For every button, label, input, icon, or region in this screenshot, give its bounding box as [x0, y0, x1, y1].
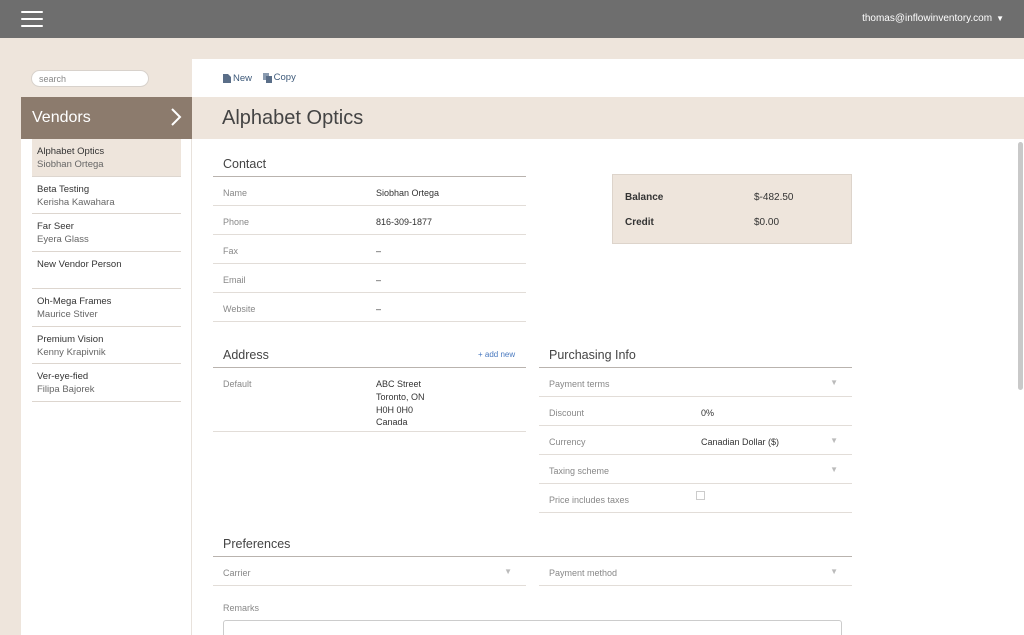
- vendor-contact: Maurice Stiver: [37, 309, 98, 320]
- name-label: Name: [223, 188, 248, 198]
- vendor-item-oh-mega-frames[interactable]: Oh-Mega Frames Maurice Stiver: [32, 289, 181, 327]
- vendors-header: Vendors: [21, 97, 192, 139]
- caret-down-icon: ▼: [996, 14, 1004, 23]
- email-value: –: [376, 275, 382, 285]
- balance-box: Balance $-482.50 Credit $0.00: [612, 174, 852, 244]
- discount-field[interactable]: Discount 0%: [539, 397, 852, 426]
- payment-terms-label: Payment terms: [549, 379, 610, 389]
- address-line-3: H0H 0H0: [376, 405, 414, 415]
- website-value: –: [376, 304, 382, 314]
- vendor-item-ver-eye-fied[interactable]: Ver-eye-fied Filipa Bajorek: [32, 364, 181, 402]
- address-line-1: ABC Street: [376, 379, 422, 389]
- dropdown-arrow-icon: ▼: [830, 567, 838, 576]
- dropdown-arrow-icon: ▼: [504, 567, 512, 576]
- address-section-title: Address: [223, 348, 269, 362]
- new-button[interactable]: New: [223, 73, 252, 84]
- discount-label: Discount: [549, 408, 585, 418]
- vendor-list: Alphabet Optics Siobhan Ortega Beta Test…: [32, 139, 181, 402]
- new-document-icon: [223, 73, 231, 83]
- page-title: Alphabet Optics: [222, 107, 364, 129]
- contact-email-row[interactable]: Email –: [213, 264, 526, 293]
- credit-label: Credit: [625, 217, 654, 228]
- payment-method-label: Payment method: [549, 568, 618, 578]
- vendor-item-beta-testing[interactable]: Beta Testing Kerisha Kawahara: [32, 177, 181, 214]
- currency-value: Canadian Dollar ($): [701, 437, 780, 447]
- discount-value: 0%: [701, 408, 715, 418]
- vendor-name: Far Seer: [37, 221, 74, 232]
- fax-value: –: [376, 246, 382, 256]
- vendor-item-new-vendor-person[interactable]: New Vendor Person: [32, 252, 181, 289]
- dropdown-arrow-icon: ▼: [830, 436, 838, 445]
- chevron-right-icon[interactable]: [169, 107, 183, 127]
- address-line-4: Canada: [376, 417, 408, 427]
- new-label: New: [233, 72, 253, 84]
- address-line-2: Toronto, ON: [376, 392, 425, 402]
- user-email: thomas@inflowinventory.com: [862, 13, 993, 24]
- contact-phone-row[interactable]: Phone 816-309-1877: [213, 206, 526, 235]
- dropdown-arrow-icon: ▼: [830, 378, 838, 387]
- currency-select[interactable]: Currency Canadian Dollar ($) ▼: [539, 426, 852, 455]
- email-label: Email: [223, 275, 246, 285]
- top-bar: thomas@inflowinventory.com ▼: [0, 0, 1024, 38]
- copy-icon: [262, 72, 272, 83]
- vendor-name: Premium Vision: [37, 333, 104, 345]
- phone-label: Phone: [223, 217, 250, 227]
- contact-fax-row[interactable]: Fax –: [213, 235, 526, 264]
- vendors-title: Vendors: [32, 109, 91, 126]
- price-includes-taxes-label: Price includes taxes: [549, 495, 630, 505]
- name-value: Siobhan Ortega: [376, 188, 440, 198]
- vendor-item-alphabet-optics[interactable]: Alphabet Optics Siobhan Ortega: [32, 139, 181, 177]
- remarks-label: Remarks: [223, 603, 260, 613]
- credit-value: $0.00: [754, 217, 780, 228]
- scrollbar[interactable]: [1018, 142, 1023, 390]
- balance-value: $-482.50: [754, 192, 794, 203]
- vendor-name: Oh-Mega Frames: [37, 296, 112, 307]
- contact-website-row[interactable]: Website –: [213, 293, 526, 322]
- preferences-section-title: Preferences: [223, 537, 291, 551]
- address-default-row[interactable]: Default: [213, 368, 526, 432]
- vendor-list-panel: Alphabet Optics Siobhan Ortega Beta Test…: [21, 139, 192, 635]
- fax-label: Fax: [223, 246, 239, 256]
- vendor-item-far-seer[interactable]: Far Seer Eyera Glass: [32, 214, 181, 252]
- currency-label: Currency: [549, 437, 586, 447]
- payment-method-select[interactable]: Payment method ▼: [539, 557, 852, 586]
- default-address-label: Default: [223, 379, 252, 389]
- dropdown-arrow-icon: ▼: [830, 465, 838, 474]
- purchasing-section-title: Purchasing Info: [549, 348, 636, 362]
- website-label: Website: [223, 304, 256, 314]
- payment-terms-select[interactable]: Payment terms ▼: [539, 368, 852, 397]
- taxing-scheme-label: Taxing scheme: [549, 466, 610, 476]
- vendor-name: New Vendor Person: [37, 258, 122, 270]
- add-new-address-link[interactable]: + add new: [478, 350, 515, 359]
- main-content: New Copy Alphabet Optics Contact Name Si…: [192, 59, 1024, 635]
- vendor-contact: Siobhan Ortega: [37, 159, 104, 170]
- vendor-contact: Filipa Bajorek: [37, 384, 95, 395]
- carrier-select[interactable]: Carrier ▼: [213, 557, 526, 586]
- carrier-label: Carrier: [223, 568, 251, 578]
- remarks-textarea[interactable]: [223, 620, 842, 635]
- search-input[interactable]: [31, 70, 149, 87]
- user-menu[interactable]: thomas@inflowinventory.com ▼: [862, 13, 1004, 24]
- vendor-name: Ver-eye-fied: [37, 371, 89, 382]
- toolbar: New Copy: [223, 72, 304, 86]
- vendor-contact: Kenny Krapivnik: [37, 346, 106, 358]
- vendor-name: Beta Testing: [37, 183, 90, 195]
- vendor-contact: Eyera Glass: [37, 234, 89, 245]
- copy-label: Copy: [273, 72, 296, 83]
- vendor-item-premium-vision[interactable]: Premium Vision Kenny Krapivnik: [32, 327, 181, 364]
- contact-name-row[interactable]: Name Siobhan Ortega: [213, 177, 526, 206]
- hamburger-menu-icon[interactable]: [21, 11, 43, 27]
- phone-value: 816-309-1877: [376, 217, 433, 227]
- taxing-scheme-select[interactable]: Taxing scheme ▼: [539, 455, 852, 484]
- title-band: Alphabet Optics: [192, 97, 1024, 139]
- vendor-name: Alphabet Optics: [37, 146, 105, 157]
- contact-section-title: Contact: [223, 157, 267, 171]
- balance-label: Balance: [625, 192, 664, 203]
- vendor-contact: Kerisha Kawahara: [37, 196, 115, 208]
- price-includes-taxes-checkbox[interactable]: [696, 491, 705, 500]
- copy-button[interactable]: Copy: [262, 72, 296, 83]
